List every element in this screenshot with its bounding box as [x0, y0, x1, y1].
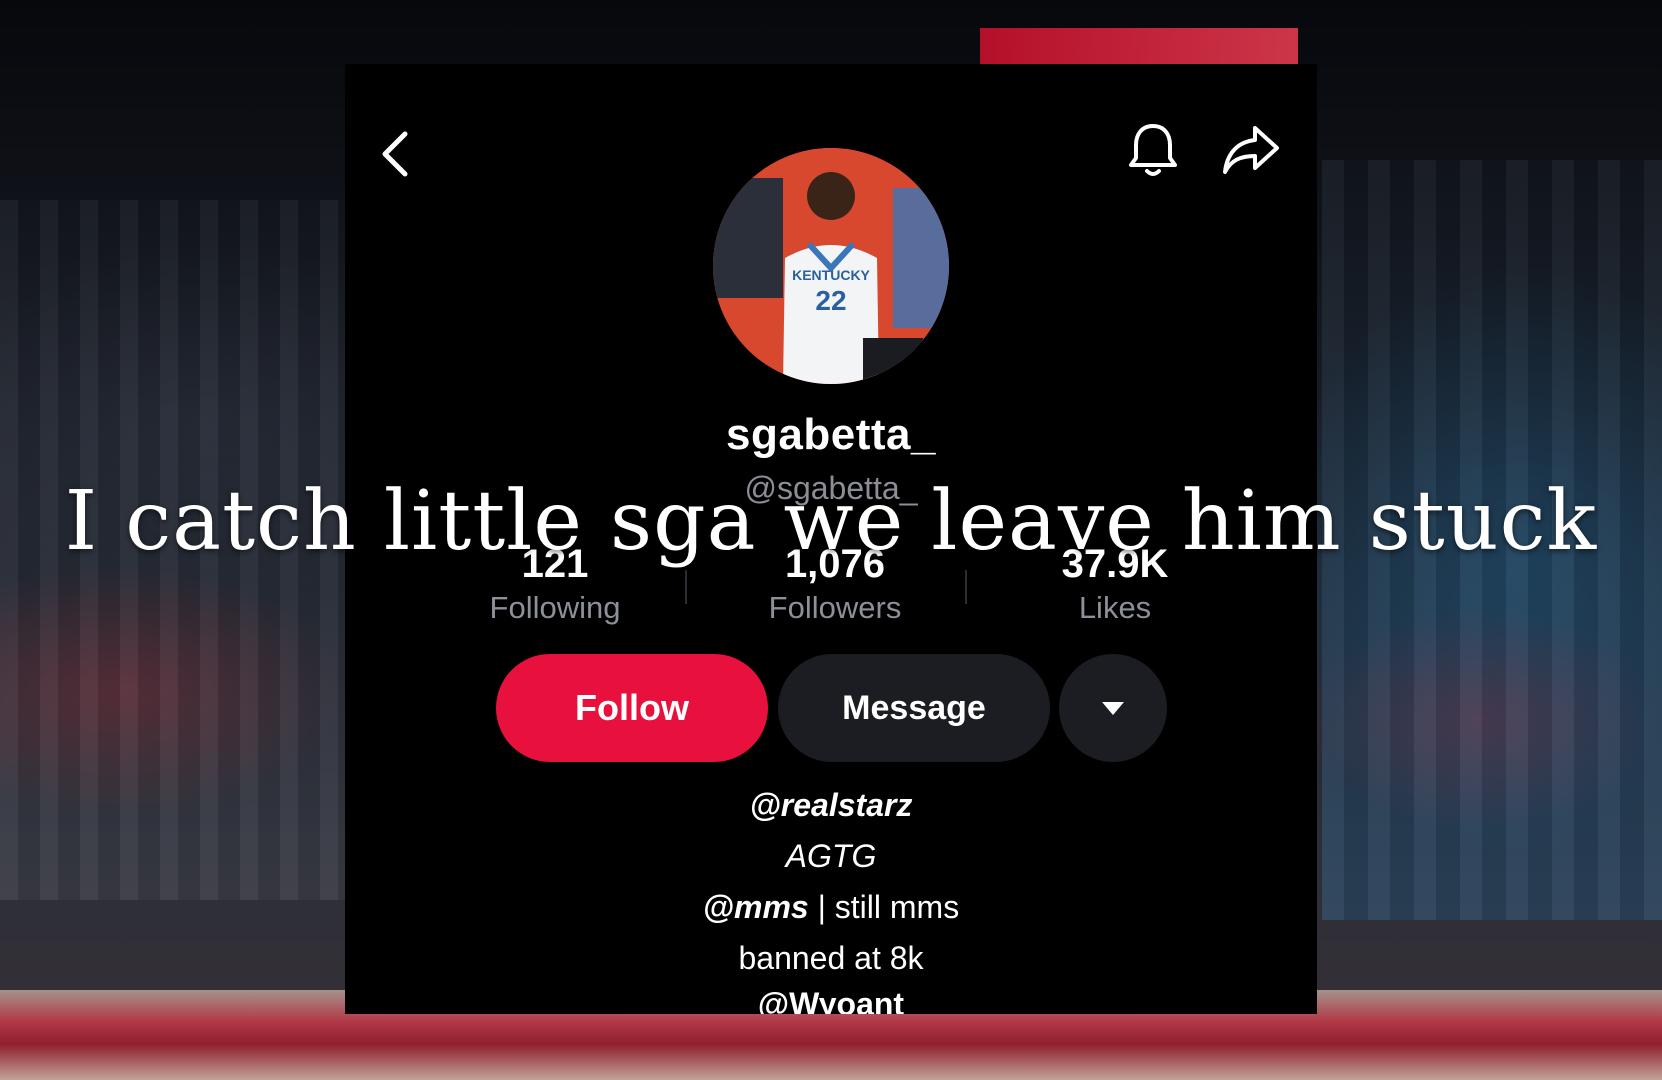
- arena-banner: [980, 28, 1298, 64]
- stat-value: 37.9K: [1061, 542, 1169, 586]
- svg-text:KENTUCKY: KENTUCKY: [792, 267, 870, 283]
- bio-text: AGTG: [785, 838, 877, 874]
- crowd-right: [1322, 160, 1662, 920]
- avatar[interactable]: KENTUCKY 22: [713, 148, 949, 384]
- username: @sgabetta_: [744, 470, 918, 506]
- bio-line: AGTG: [345, 831, 1317, 882]
- stat-label: Following: [489, 590, 621, 625]
- bio: @realstarz AGTG @mms | still mms banned …: [345, 780, 1317, 1014]
- stat-following[interactable]: 121 Following: [445, 542, 665, 630]
- svg-text:22: 22: [815, 285, 846, 316]
- share-button[interactable]: [1221, 120, 1281, 180]
- more-options-button[interactable]: [1059, 654, 1167, 762]
- bio-mention-link[interactable]: @realstarz: [750, 787, 913, 823]
- video-frame: KENTUCKY 22 sgabetta_ @sgabetta_ 121 Fol…: [0, 0, 1662, 1080]
- bio-line: @mms | still mms: [345, 882, 1317, 933]
- stat-label: Likes: [1078, 590, 1152, 625]
- stat-divider: [685, 570, 687, 604]
- bio-line: @realstarz: [345, 780, 1317, 831]
- bell-icon: [1129, 124, 1177, 176]
- profile-panel: KENTUCKY 22 sgabetta_ @sgabetta_ 121 Fol…: [345, 64, 1317, 1014]
- stat-likes[interactable]: 37.9K Likes: [1005, 542, 1225, 630]
- follow-button[interactable]: Follow: [496, 654, 768, 762]
- notifications-button[interactable]: [1123, 120, 1183, 180]
- caret-down-icon: [1102, 702, 1124, 715]
- bio-text: | still mms: [808, 889, 960, 925]
- display-name: sgabetta_: [726, 410, 936, 459]
- back-button[interactable]: [365, 124, 425, 184]
- bio-mention-link[interactable]: @mms: [703, 889, 809, 925]
- bio-mention-link[interactable]: @Wyoant: [345, 984, 1317, 1014]
- chevron-left-icon: [382, 131, 408, 177]
- stat-value: 121: [521, 542, 589, 586]
- stat-divider: [965, 570, 967, 604]
- bio-line: banned at 8k: [738, 940, 924, 976]
- stat-label: Followers: [768, 590, 902, 625]
- stat-value: 1,076: [784, 542, 886, 586]
- message-button[interactable]: Message: [778, 654, 1050, 762]
- share-arrow-icon: [1223, 126, 1279, 174]
- avatar-photo: KENTUCKY 22: [713, 148, 949, 384]
- stat-followers[interactable]: 1,076 Followers: [725, 542, 945, 630]
- profile-stats: 121 Following 1,076 Followers 37.9K Like…: [445, 542, 1225, 632]
- crowd-left: [0, 200, 345, 900]
